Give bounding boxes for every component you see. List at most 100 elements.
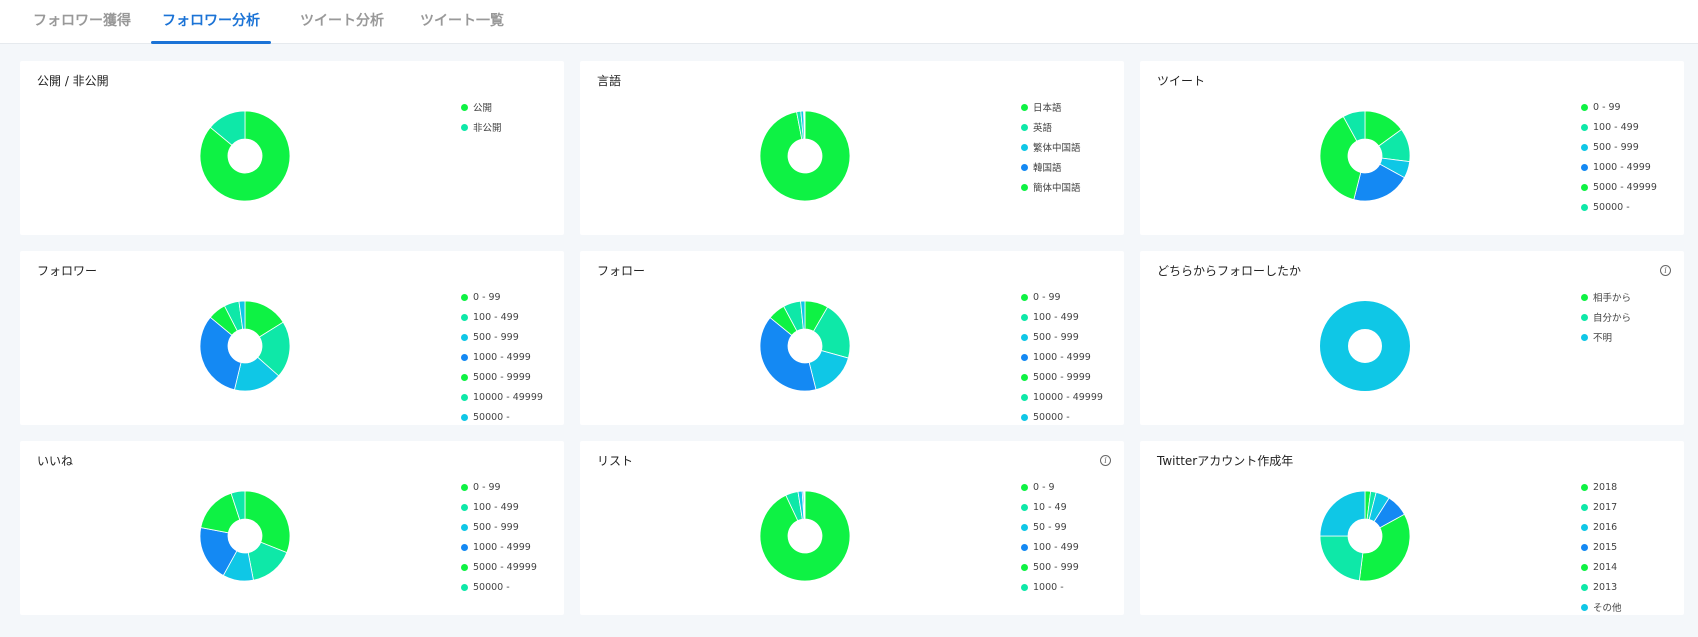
chart-card: 言語 日本語 英語 繁体中国語 韓国語 簡体中国語	[580, 61, 1124, 235]
legend-item[interactable]: 100 - 499	[461, 497, 561, 517]
legend-label: 50 - 99	[1033, 521, 1067, 533]
legend-item[interactable]: 1000 - 4999	[1581, 157, 1681, 177]
legend-item[interactable]: 2013	[1581, 577, 1681, 597]
legend-item[interactable]: 2015	[1581, 537, 1681, 557]
legend-item[interactable]: 0 - 99	[1021, 287, 1121, 307]
legend-item[interactable]: 簡体中国語	[1021, 177, 1121, 197]
legend-item[interactable]: 日本語	[1021, 97, 1121, 117]
legend-label: 100 - 499	[473, 311, 519, 323]
legend-color-dot	[1581, 583, 1588, 591]
legend-item[interactable]: 500 - 999	[1021, 327, 1121, 347]
pie-slice[interactable]	[1320, 301, 1410, 391]
info-icon[interactable]: i	[1660, 265, 1671, 276]
legend-label: 1000 - 4999	[473, 351, 531, 363]
legend-item[interactable]: 2018	[1581, 477, 1681, 497]
chart-legend: 日本語英語繁体中国語韓国語簡体中国語	[1021, 97, 1121, 197]
chart-legend: 公開 非公開	[461, 97, 561, 137]
legend-item[interactable]: 1000 -	[1021, 577, 1121, 597]
tab-follower-analysis[interactable]: フォロワー分析	[151, 0, 271, 44]
legend-item[interactable]: その他	[1581, 597, 1681, 615]
legend-label: 500 - 999	[1033, 561, 1079, 573]
legend-item[interactable]: 100 - 499	[1021, 307, 1121, 327]
legend-item[interactable]: 10000 - 49999	[1021, 387, 1121, 407]
legend-item[interactable]: 10 - 49	[1021, 497, 1121, 517]
legend-color-dot	[1581, 293, 1588, 301]
legend-label: 10000 - 49999	[1033, 391, 1103, 403]
legend-item[interactable]: 5000 - 9999	[461, 367, 561, 387]
legend-item[interactable]: 100 - 499	[1021, 537, 1121, 557]
legend-item[interactable]: 2016	[1581, 517, 1681, 537]
legend-item[interactable]: 50000 -	[461, 577, 561, 597]
legend-label: 100 - 499	[1593, 121, 1639, 133]
legend-item[interactable]: 10000 - 49999	[461, 387, 561, 407]
legend-color-dot	[1021, 563, 1028, 571]
legend-color-dot	[1021, 123, 1028, 131]
chart-legend: 0 - 99 100 - 499 500 - 999 1000 - 4999 5000 …	[1581, 97, 1681, 217]
legend-color-dot	[1021, 503, 1028, 511]
legend-item[interactable]: 繁体中国語	[1021, 137, 1121, 157]
legend-color-dot	[461, 523, 468, 531]
legend-item[interactable]: 50000 -	[461, 407, 561, 425]
legend-label: 5000 - 9999	[473, 371, 531, 383]
chart-title: リスト	[597, 454, 634, 468]
pie-slice[interactable]	[804, 111, 806, 140]
legend-item[interactable]: 2017	[1581, 497, 1681, 517]
legend-item[interactable]: 自分から	[1581, 307, 1681, 327]
legend-item[interactable]: 500 - 999	[461, 327, 561, 347]
legend-item[interactable]: 1000 - 4999	[1021, 347, 1121, 367]
legend-color-dot	[1581, 313, 1588, 321]
chart-title: ツイート	[1157, 74, 1206, 88]
legend-label: 5000 - 49999	[473, 561, 537, 573]
legend-item[interactable]: 100 - 499	[461, 307, 561, 327]
chart-card: フォロワー 0 - 99 100 - 499 500 - 999 1000 - 4999…	[20, 251, 564, 425]
legend-label: 2016	[1593, 521, 1618, 533]
legend-label: 英語	[1033, 123, 1053, 134]
legend-item[interactable]: 相手から	[1581, 287, 1681, 307]
legend-item[interactable]: 100 - 499	[1581, 117, 1681, 137]
legend-item[interactable]: 5000 - 49999	[461, 557, 561, 577]
tab-tweet-analysis[interactable]: ツイート分析	[300, 0, 384, 44]
pie-slice[interactable]	[804, 491, 806, 520]
legend-item[interactable]: 50 - 99	[1021, 517, 1121, 537]
chart-card: いいね 0 - 99 100 - 499 500 - 999 1000 - 4999 50…	[20, 441, 564, 615]
info-icon[interactable]: i	[1100, 455, 1111, 466]
legend-item[interactable]: 1000 - 4999	[461, 347, 561, 367]
legend-item[interactable]: 公開	[461, 97, 561, 117]
legend-item[interactable]: 500 - 999	[461, 517, 561, 537]
legend-item[interactable]: 非公開	[461, 117, 561, 137]
legend-item[interactable]: 韓国語	[1021, 157, 1121, 177]
legend-color-dot	[461, 313, 468, 321]
pie-slice[interactable]	[1320, 491, 1366, 537]
legend-item[interactable]: 5000 - 9999	[1021, 367, 1121, 387]
tab-bar: フォロワー獲得 フォロワー分析 ツイート分析 ツイート一覧	[0, 0, 1698, 44]
legend-color-dot	[461, 413, 468, 421]
pie-slice[interactable]	[1320, 535, 1364, 581]
legend-label: 不明	[1593, 333, 1613, 344]
legend-label: 0 - 99	[473, 291, 501, 303]
tab-tweet-list[interactable]: ツイート一覧	[420, 0, 504, 44]
legend-color-dot	[1581, 203, 1588, 211]
legend-item[interactable]: 2014	[1581, 557, 1681, 577]
pie-slice[interactable]	[808, 350, 849, 391]
legend-label: 1000 -	[1033, 581, 1064, 593]
legend-color-dot	[1021, 103, 1028, 111]
legend-label: 100 - 499	[473, 501, 519, 513]
legend-label: 韓国語	[1033, 163, 1062, 174]
legend-item[interactable]: 500 - 999	[1581, 137, 1681, 157]
legend-item[interactable]: 0 - 9	[1021, 477, 1121, 497]
legend-item[interactable]: 不明	[1581, 327, 1681, 347]
legend-item[interactable]: 5000 - 49999	[1581, 177, 1681, 197]
legend-item[interactable]: 英語	[1021, 117, 1121, 137]
legend-item[interactable]: 50000 -	[1021, 407, 1121, 425]
legend-item[interactable]: 0 - 99	[461, 287, 561, 307]
legend-item[interactable]: 0 - 99	[1581, 97, 1681, 117]
legend-color-dot	[1021, 393, 1028, 401]
chart-legend: 0 - 99 100 - 499 500 - 999 1000 - 4999 5000 …	[461, 477, 561, 597]
legend-item[interactable]: 1000 - 4999	[461, 537, 561, 557]
tab-follower-acquisition[interactable]: フォロワー獲得	[33, 0, 131, 44]
legend-item[interactable]: 0 - 99	[461, 477, 561, 497]
legend-item[interactable]: 500 - 999	[1021, 557, 1121, 577]
legend-color-dot	[1581, 543, 1588, 551]
legend-item[interactable]: 50000 -	[1581, 197, 1681, 217]
pie-slice[interactable]	[244, 491, 290, 554]
